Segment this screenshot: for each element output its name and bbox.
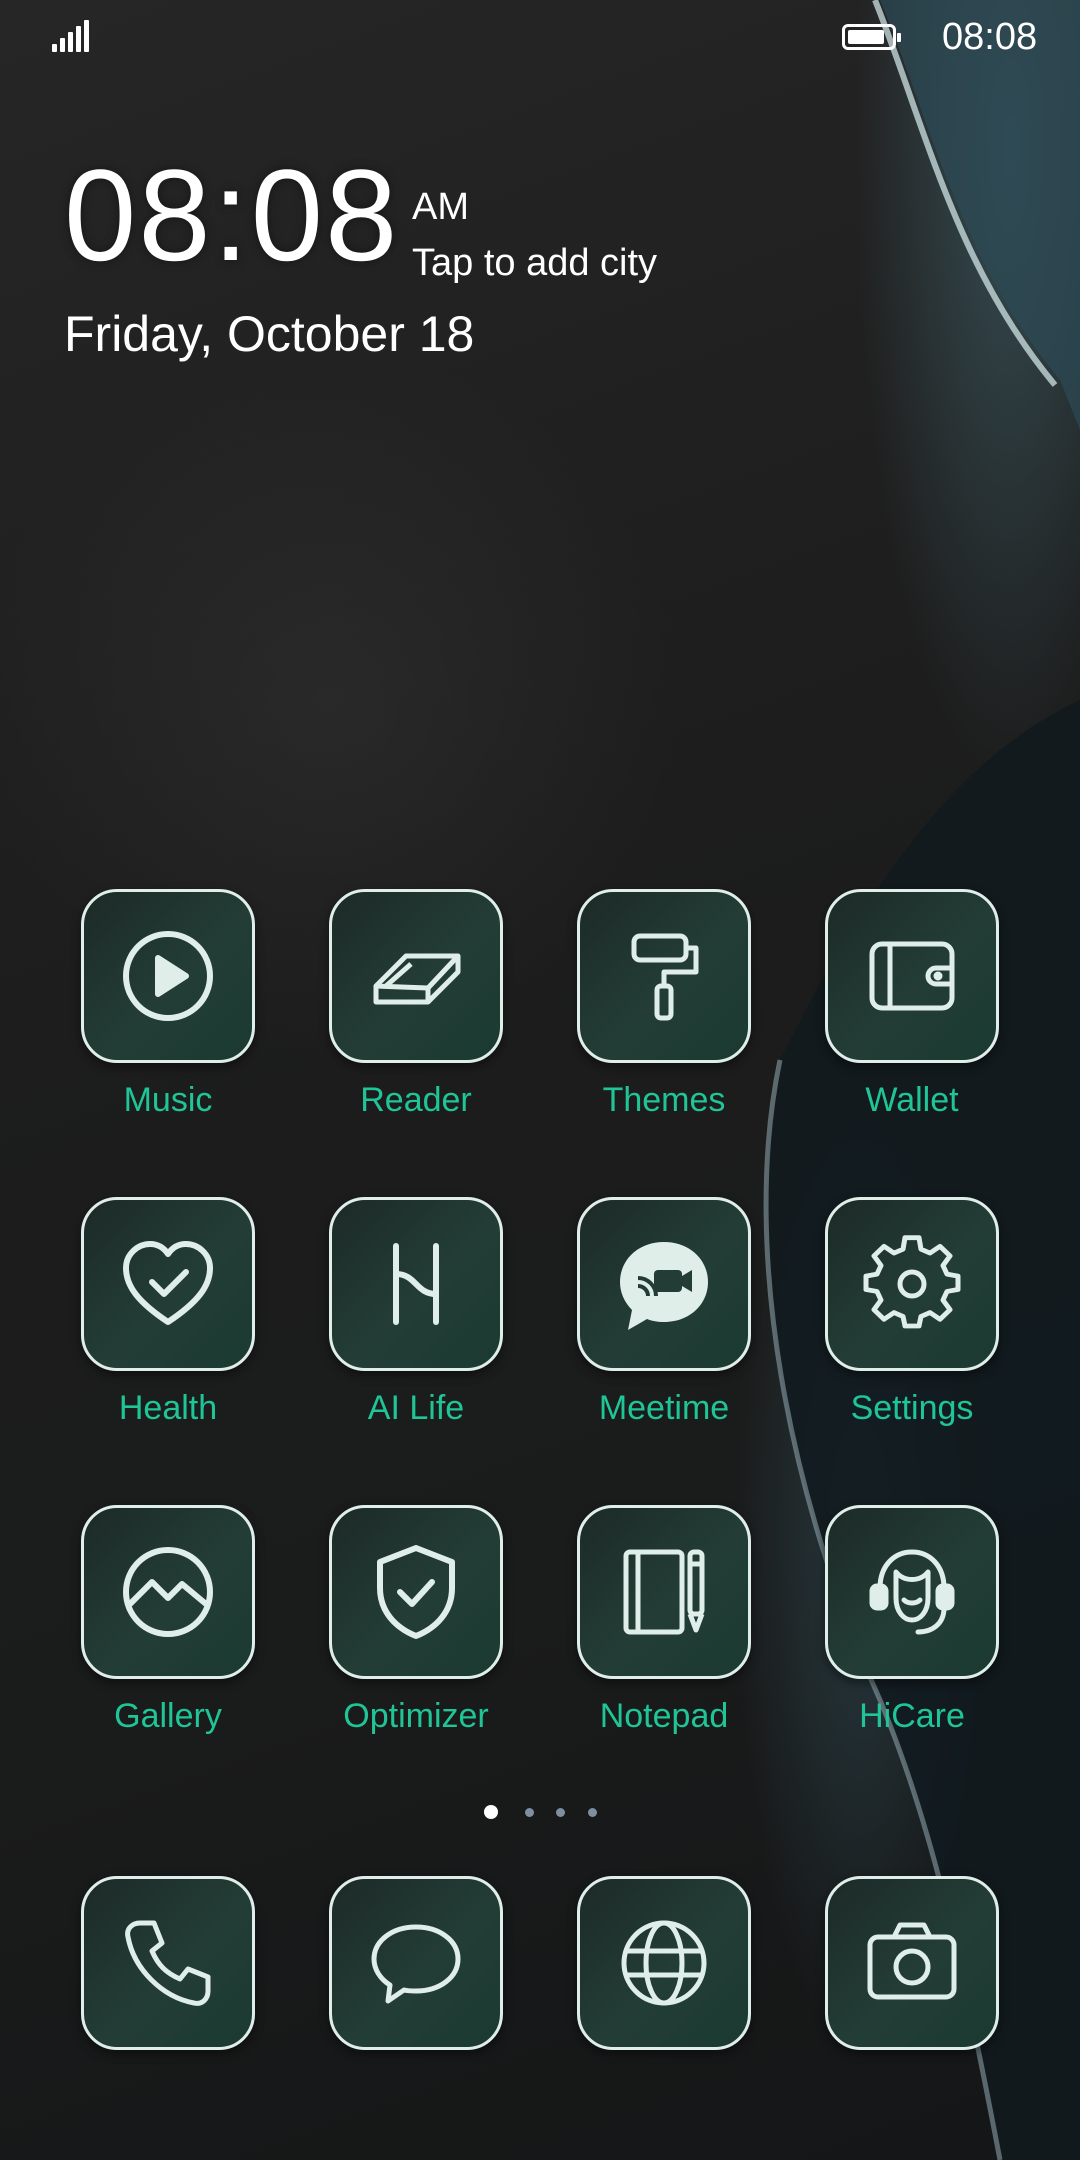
battery-icon: [842, 24, 901, 50]
gallery-icon: [81, 1505, 255, 1679]
globe-icon: [577, 1876, 751, 2050]
dock-camera[interactable]: [825, 1876, 999, 2050]
app-label: Wallet: [865, 1081, 959, 1119]
app-meetime[interactable]: Meetime: [577, 1197, 751, 1428]
book-icon: [329, 889, 503, 1063]
dock-browser[interactable]: [577, 1876, 751, 2050]
app-label: Notepad: [599, 1697, 729, 1735]
app-reader[interactable]: Reader: [329, 889, 503, 1120]
app-label: Gallery: [114, 1697, 222, 1735]
phone-icon: [81, 1876, 255, 2050]
app-label: AI Life: [367, 1389, 465, 1427]
page-dot[interactable]: [484, 1805, 498, 1819]
page-dot[interactable]: [588, 1808, 597, 1817]
page-indicator[interactable]: [484, 1804, 604, 1820]
clock-ampm: AM: [412, 186, 469, 228]
app-label: Settings: [850, 1389, 974, 1427]
app-settings[interactable]: Settings: [825, 1197, 999, 1428]
notepad-icon: [577, 1505, 751, 1679]
app-music[interactable]: Music: [81, 889, 255, 1120]
dock-phone[interactable]: [81, 1876, 255, 2050]
app-wallet[interactable]: Wallet: [825, 889, 999, 1120]
app-label: Meetime: [598, 1389, 730, 1427]
camera-icon: [825, 1876, 999, 2050]
status-bar: 08:08: [0, 0, 1080, 75]
app-hicare[interactable]: HiCare: [825, 1505, 999, 1736]
app-ai-life[interactable]: AI Life: [329, 1197, 503, 1428]
app-gallery[interactable]: Gallery: [81, 1505, 255, 1736]
dock-messages[interactable]: [329, 1876, 503, 2050]
add-city-link[interactable]: Tap to add city: [412, 242, 657, 285]
signal-icon: [52, 20, 92, 52]
app-themes[interactable]: Themes: [577, 889, 751, 1120]
app-label: Health: [118, 1389, 218, 1427]
heart-check-icon: [81, 1197, 255, 1371]
clock-time[interactable]: 08:08: [64, 150, 399, 280]
clock-date[interactable]: Friday, October 18: [64, 305, 474, 363]
headset-icon: [825, 1505, 999, 1679]
shield-check-icon: [329, 1505, 503, 1679]
app-label: Optimizer: [343, 1697, 489, 1735]
app-label: Music: [123, 1081, 213, 1119]
app-label: Themes: [602, 1081, 726, 1119]
play-circle-icon: [81, 889, 255, 1063]
gear-icon: [825, 1197, 999, 1371]
wallet-icon: [825, 889, 999, 1063]
paint-roller-icon: [577, 889, 751, 1063]
app-health[interactable]: Health: [81, 1197, 255, 1428]
ai-life-icon: [329, 1197, 503, 1371]
app-notepad[interactable]: Notepad: [577, 1505, 751, 1736]
app-label: HiCare: [859, 1697, 965, 1735]
app-optimizer[interactable]: Optimizer: [329, 1505, 503, 1736]
message-icon: [329, 1876, 503, 2050]
status-time: 08:08: [942, 16, 1038, 58]
video-chat-icon: [577, 1197, 751, 1371]
app-label: Reader: [360, 1081, 472, 1119]
page-dot[interactable]: [525, 1808, 534, 1817]
page-dot[interactable]: [556, 1808, 565, 1817]
